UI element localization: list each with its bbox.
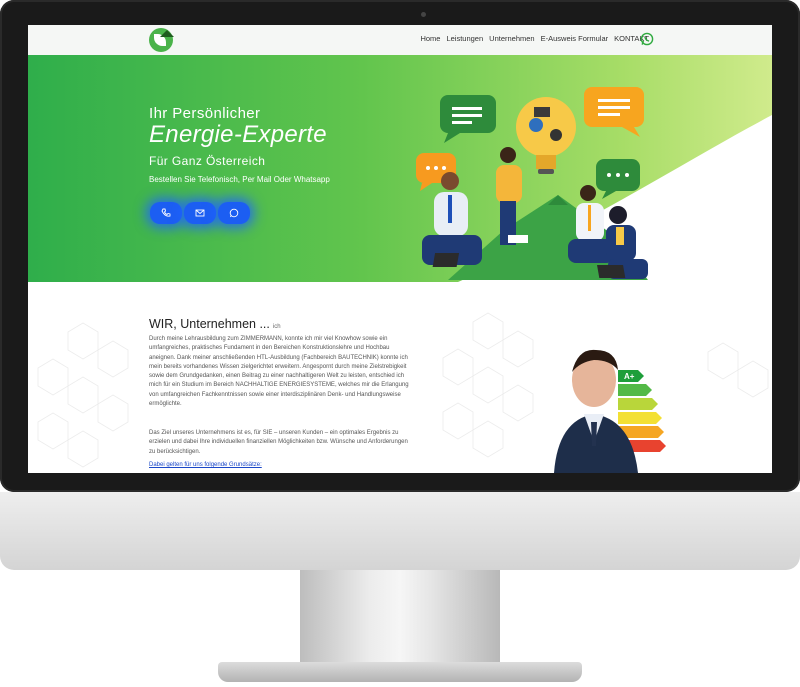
nav-menu: Home Leistungen Unternehmen E-Ausweis Fo…	[420, 34, 649, 43]
phone-icon	[161, 208, 171, 217]
idea-lightbulb-icon	[516, 97, 576, 174]
mail-button[interactable]	[184, 202, 216, 224]
about-heading: WIR, Unternehmen ... ich	[149, 317, 281, 331]
nav-item-unternehmen[interactable]: Unternehmen	[489, 34, 534, 43]
whatsapp-button[interactable]	[218, 202, 250, 224]
nav-item-leistungen[interactable]: Leistungen	[446, 34, 483, 43]
hero-tagline: Bestellen Sie Telefonisch, Per Mail Oder…	[149, 175, 330, 184]
whatsapp-icon[interactable]	[640, 32, 654, 46]
speech-bubble-icon	[584, 87, 644, 137]
team-meeting-illustration	[416, 87, 648, 280]
chat-dots-icon	[596, 159, 640, 199]
whatsapp-icon	[229, 208, 239, 218]
about-paragraph-2: Das Ziel unseres Unternehmens ist es, fü…	[149, 430, 408, 455]
hero-section: Ihr Persönlicher Energie-Experte Für Gan…	[28, 55, 772, 282]
person-left	[422, 172, 482, 265]
hero-title: Energie-Experte	[149, 121, 327, 148]
energy-house-leaf-icon[interactable]	[149, 28, 174, 52]
about-title-sup: ich	[272, 324, 281, 330]
principles-link[interactable]: Dabei gelten für uns folgende Grundsätze…	[149, 462, 262, 468]
website-screen: Home Leistungen Unternehmen E-Ausweis Fo…	[28, 25, 772, 473]
monitor-chin	[0, 492, 800, 570]
monitor-stand	[300, 570, 500, 670]
monitor-base	[218, 662, 582, 682]
nav-item-e-ausweis-formular[interactable]: E-Ausweis Formular	[541, 34, 609, 43]
energy-label-top: A+	[624, 372, 635, 381]
top-navigation: Home Leistungen Unternehmen E-Ausweis Fo…	[28, 25, 772, 56]
about-section: WIR, Unternehmen ... ich Durch meine Lehr…	[28, 282, 772, 473]
call-button[interactable]	[150, 202, 182, 224]
hero-subtitle: Ihr Persönlicher	[149, 105, 261, 122]
mail-icon	[195, 209, 205, 217]
nav-item-home[interactable]: Home	[420, 34, 440, 43]
about-paragraph-1: Durch meine Lehrausbildung zum ZIMMERMAN…	[149, 336, 409, 408]
owner-portrait: A+	[554, 349, 666, 473]
camera-icon	[421, 12, 426, 17]
speech-bubble-icon	[440, 95, 496, 143]
hero-region: Für Ganz Österreich	[149, 154, 266, 168]
about-title-text: WIR, Unternehmen ...	[149, 317, 270, 331]
